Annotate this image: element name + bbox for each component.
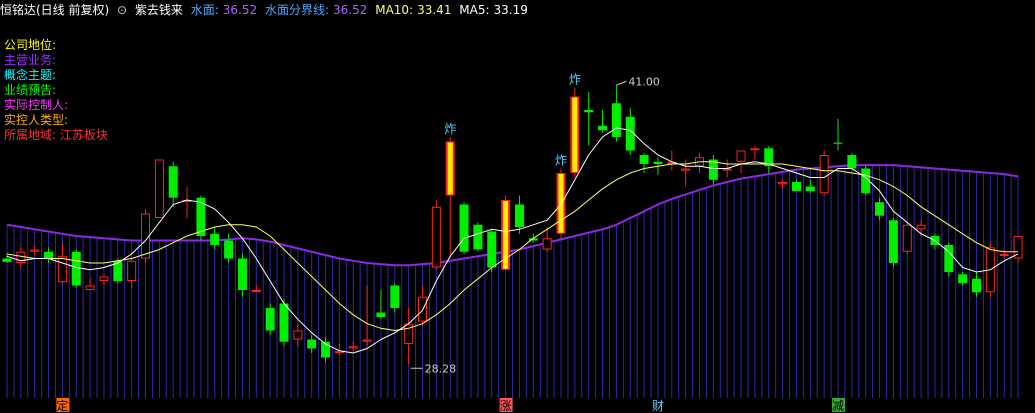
candle-body bbox=[293, 330, 303, 340]
candle-body-highlight bbox=[558, 174, 564, 233]
candle-body bbox=[265, 308, 275, 331]
candle-body bbox=[487, 231, 497, 268]
event-marker-label: 财 bbox=[652, 399, 664, 413]
candle-body bbox=[584, 110, 594, 113]
candle-body bbox=[778, 182, 788, 185]
candle-body bbox=[847, 155, 857, 169]
explosion-signal-label: 炸 bbox=[555, 154, 567, 168]
candle-body bbox=[958, 274, 968, 284]
candle-body bbox=[653, 161, 663, 164]
candle-body bbox=[251, 290, 261, 292]
info-earnings-forecast: 业绩预告: bbox=[4, 83, 57, 97]
candle-body bbox=[999, 254, 1009, 256]
info-actual-controller: 实际控制人: bbox=[4, 98, 69, 112]
candle-body bbox=[902, 224, 912, 252]
candle-body bbox=[611, 103, 621, 137]
candle-body bbox=[722, 168, 732, 171]
explosion-signal-label: 炸 bbox=[569, 73, 581, 87]
candle-body bbox=[307, 339, 317, 349]
candle-body bbox=[210, 233, 220, 245]
max-price-pointer bbox=[616, 80, 627, 86]
candle-body bbox=[791, 182, 801, 191]
event-marker-label: 定 bbox=[56, 398, 68, 413]
info-controller-type: 实控人类型: bbox=[4, 113, 69, 127]
candle-body-highlight bbox=[447, 142, 453, 195]
max-price-label: 41.00 bbox=[628, 75, 660, 88]
candle-body bbox=[916, 224, 926, 230]
event-marker-label: 减 bbox=[832, 399, 844, 413]
candle-body bbox=[431, 206, 441, 268]
candle-body bbox=[57, 256, 67, 283]
candle-body bbox=[348, 346, 358, 349]
candle-body bbox=[44, 251, 54, 259]
candle-body bbox=[418, 296, 427, 322]
explosion-signal-label: 炸 bbox=[444, 122, 456, 136]
info-concept-theme: 概念主题: bbox=[4, 68, 57, 82]
candle-body bbox=[127, 260, 137, 281]
candle-body bbox=[542, 238, 552, 250]
event-marker-label: 涨 bbox=[500, 398, 512, 413]
candle-body bbox=[376, 312, 386, 317]
company-info-panel: 公司地位: 主营业务: 概念主题: 业绩预告: 实际控制人: 实控人类型: 所属… bbox=[4, 38, 108, 143]
info-company-position: 公司地位: bbox=[4, 38, 57, 52]
candle-body bbox=[473, 224, 483, 250]
candle-body bbox=[833, 142, 843, 144]
min-price-label: 28.28 bbox=[425, 362, 457, 375]
candle-body bbox=[362, 339, 372, 342]
candle-body bbox=[279, 303, 289, 342]
candle-body bbox=[514, 204, 524, 227]
candle-body bbox=[390, 285, 400, 308]
candle-body bbox=[972, 278, 981, 293]
candle-body bbox=[99, 276, 109, 281]
candle-body bbox=[85, 285, 95, 290]
candle-body bbox=[750, 148, 760, 151]
candle-body bbox=[888, 220, 898, 263]
candle-body bbox=[154, 159, 164, 218]
candlestick-chart[interactable]: 炸炸炸 41.0028.28定涨财减 bbox=[0, 0, 1035, 413]
candle-body bbox=[598, 125, 608, 131]
candle-body bbox=[819, 155, 829, 194]
candle-body-highlight bbox=[572, 97, 578, 172]
candle-body bbox=[168, 166, 178, 198]
candle-body bbox=[1013, 236, 1023, 259]
candle-body bbox=[639, 155, 649, 164]
candle-body bbox=[875, 202, 885, 216]
candle-body bbox=[224, 240, 234, 259]
candle-body bbox=[2, 258, 12, 262]
info-main-business: 主营业务: bbox=[4, 53, 57, 67]
candle-body bbox=[805, 186, 815, 191]
candle-body bbox=[30, 249, 40, 252]
candle-body bbox=[681, 168, 691, 171]
candle-body bbox=[71, 251, 81, 286]
candle-body bbox=[237, 258, 247, 290]
info-region: 所属地域: 江苏板块 bbox=[4, 128, 108, 142]
candle-body bbox=[736, 150, 746, 162]
candle-body bbox=[459, 204, 469, 252]
candle-body bbox=[141, 213, 150, 259]
